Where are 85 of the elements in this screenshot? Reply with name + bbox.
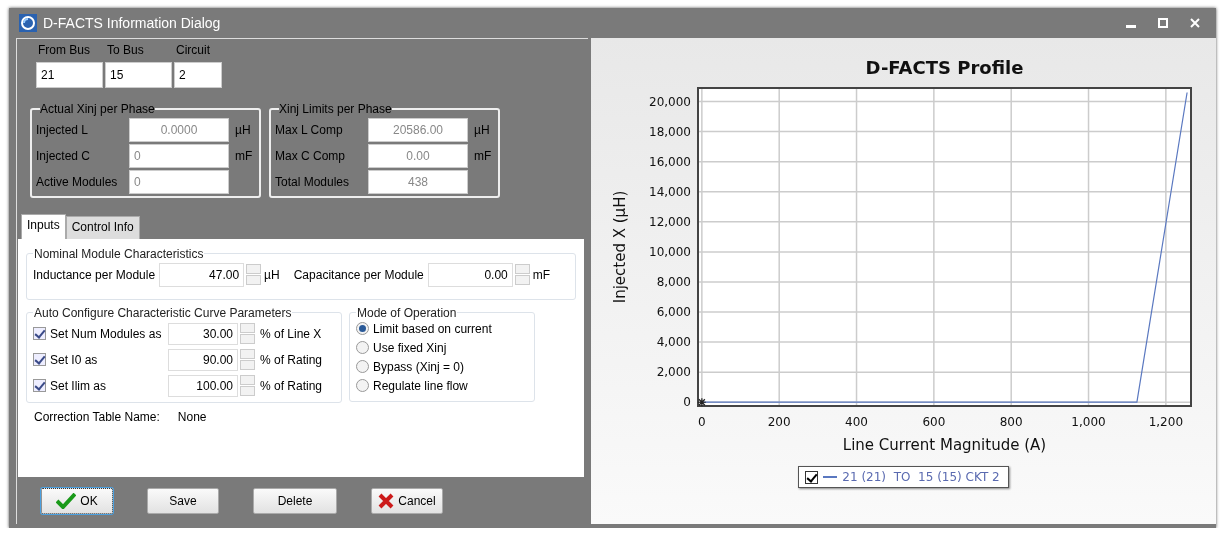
chart-title: D-FACTS Profile xyxy=(865,57,1024,78)
field-label: Circuit xyxy=(175,43,211,57)
field-label: To Bus xyxy=(106,43,145,57)
legend-label: 21 (21) TO 15 (15) CKT 2 xyxy=(842,470,1000,484)
checkbox[interactable] xyxy=(33,379,46,393)
radio-label: Use fixed Xinj xyxy=(373,340,447,355)
axis-tick-label: 0 xyxy=(683,395,691,410)
input-field[interactable]: 2 xyxy=(174,62,222,88)
field-label: Active Modules xyxy=(36,175,119,189)
checkbox-label: Set Ilim as xyxy=(50,378,107,393)
field-label: Correction Table Name: xyxy=(34,409,160,424)
dialog-button[interactable]: Delete xyxy=(253,488,337,515)
axis-tick-label: 1,000 xyxy=(1071,415,1106,429)
unit-label: µH xyxy=(474,123,491,137)
tab[interactable]: Control Info xyxy=(65,215,140,239)
unit-label: mF xyxy=(532,267,551,282)
axis-tick-label: 16,000 xyxy=(649,154,691,169)
field-label: From Bus xyxy=(37,43,91,57)
field-label: Max C Comp xyxy=(275,149,346,163)
axis-tick-label: 600 xyxy=(922,415,946,429)
field-value: None xyxy=(177,409,207,424)
unit-label: mF xyxy=(474,149,493,163)
checkbox-label: Set I0 as xyxy=(50,352,99,367)
asterisk-marker xyxy=(697,397,707,407)
tab[interactable]: Inputs xyxy=(21,213,66,239)
radio-button[interactable] xyxy=(356,379,369,393)
maximize-icon[interactable] xyxy=(1158,18,1168,28)
field-label: Max L Comp xyxy=(275,123,344,137)
app-icon xyxy=(19,14,37,32)
axis-tick-label: 14,000 xyxy=(649,184,691,199)
axis-title: Injected X (µH) xyxy=(611,190,629,304)
cross-icon xyxy=(378,493,395,510)
unit-label: % of Rating xyxy=(260,378,323,393)
checkbox[interactable] xyxy=(805,470,819,484)
axis-title: Line Current Magnitude (A) xyxy=(842,436,1047,454)
input-field[interactable]: 30.00 xyxy=(168,322,238,345)
ok-button[interactable]: OK xyxy=(41,488,113,515)
input-field[interactable]: 100.00 xyxy=(168,374,238,397)
group-title: Nominal Module Characteristics xyxy=(33,246,205,261)
axis-tick-label: 0 xyxy=(698,415,706,429)
unit-label: % of Rating xyxy=(260,352,323,367)
group-title: Xinj Limits per Phase xyxy=(279,102,392,116)
axis-tick-label: 12,000 xyxy=(649,214,691,229)
check-icon xyxy=(56,493,77,510)
window-title: D-FACTS Information Dialog xyxy=(43,15,222,31)
group-title: Actual Xinj per Phase xyxy=(40,102,155,116)
group-title: Mode of Operation xyxy=(356,305,458,320)
axis-tick-label: 6,000 xyxy=(656,305,691,320)
radio-label: Bypass (Xinj = 0) xyxy=(373,359,465,374)
axis-tick-label: 4,000 xyxy=(656,335,691,350)
input-field[interactable]: 15 xyxy=(105,62,172,88)
axis-tick-label: 10,000 xyxy=(649,244,691,259)
axis-tick-label: 1,200 xyxy=(1148,415,1184,429)
field-label: Injected C xyxy=(36,149,92,163)
field-label: Capacitance per Module xyxy=(293,267,424,282)
field-label: Total Modules xyxy=(275,175,351,189)
axis-tick-label: 200 xyxy=(767,415,791,429)
radio-button[interactable] xyxy=(356,341,369,355)
axis-tick-label: 20,000 xyxy=(649,94,691,109)
unit-label: µH xyxy=(235,123,252,137)
radio-label: Regulate line flow xyxy=(373,378,468,393)
unit-label: µH xyxy=(264,267,280,282)
input-field[interactable]: 21 xyxy=(36,62,103,88)
axis-tick-label: 8,000 xyxy=(656,274,691,289)
input-field[interactable]: 90.00 xyxy=(168,348,238,371)
group-title: Auto Configure Characteristic Curve Parameters xyxy=(33,305,293,320)
radio-button[interactable] xyxy=(356,322,369,336)
axis-tick-label: 2,000 xyxy=(656,365,691,380)
field-label: Injected L xyxy=(36,123,90,137)
axis-tick-label: 400 xyxy=(845,415,868,429)
cancel-button[interactable]: Cancel xyxy=(371,488,443,515)
axis-tick-label: 800 xyxy=(999,415,1023,429)
dialog-button[interactable]: Save xyxy=(147,488,219,515)
input-field[interactable]: 47.00 xyxy=(159,262,245,287)
unit-label: % of Line X xyxy=(260,326,322,341)
unit-label: mF xyxy=(235,149,254,163)
close-icon[interactable] xyxy=(1190,18,1200,28)
radio-button[interactable] xyxy=(356,360,369,374)
checkbox[interactable] xyxy=(33,353,46,367)
radio-label: Limit based on current xyxy=(373,321,492,336)
input-field[interactable]: 0.00 xyxy=(427,262,513,287)
checkbox[interactable] xyxy=(33,327,46,341)
field-label: Inductance per Module xyxy=(33,267,156,282)
axis-tick-label: 18,000 xyxy=(649,124,691,139)
checkbox-label: Set Num Modules as xyxy=(50,326,163,341)
